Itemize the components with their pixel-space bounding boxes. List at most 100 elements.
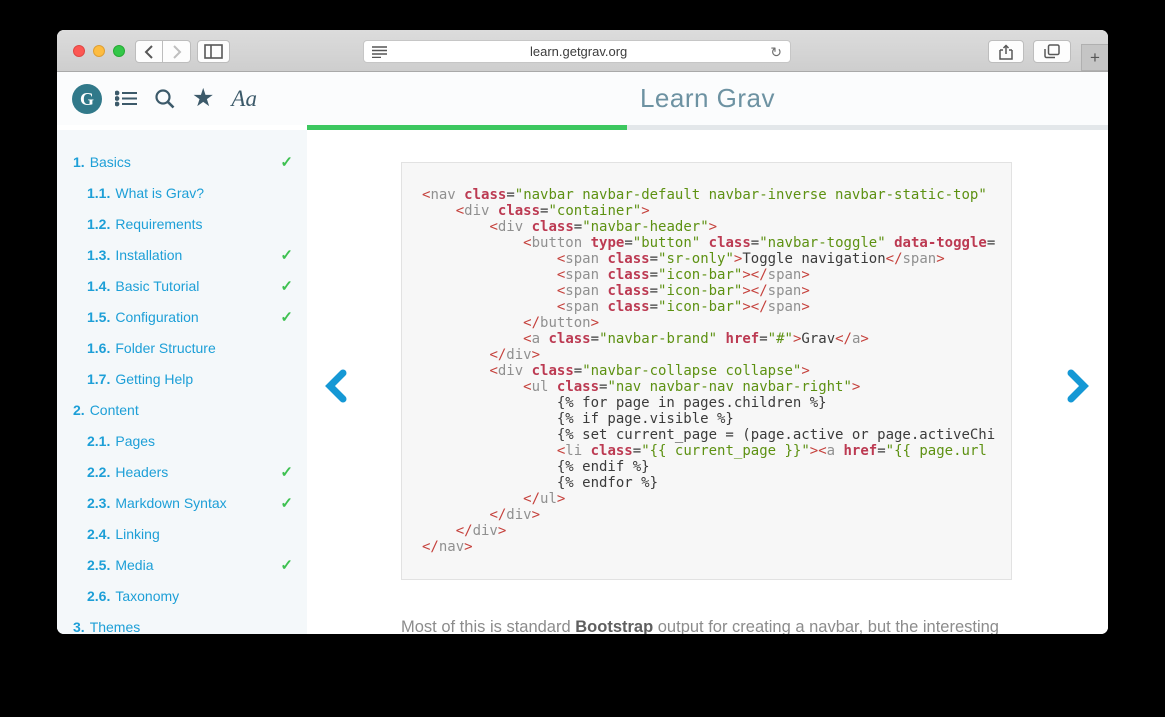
url-bar[interactable]: learn.getgrav.org ↻ bbox=[363, 40, 791, 63]
check-icon: ✓ bbox=[280, 494, 293, 512]
font-size-icon: Aa bbox=[231, 86, 257, 112]
sidebar-item[interactable]: 1.3.Installation✓ bbox=[57, 239, 307, 270]
code-line: {% if page.visible %} bbox=[422, 411, 991, 427]
code-line: <div class="navbar-header"> bbox=[422, 219, 991, 235]
sidebar-item-number: 1.2. bbox=[87, 216, 110, 232]
share-button[interactable] bbox=[988, 40, 1024, 63]
site-header-icons: ★ Aa bbox=[115, 72, 257, 125]
sidebar-item[interactable]: 1.1.What is Grav? bbox=[57, 177, 307, 208]
sidebar-item[interactable]: 1.4.Basic Tutorial✓ bbox=[57, 270, 307, 301]
bookmark-star-button[interactable]: ★ bbox=[192, 86, 214, 111]
code-line: </nav> bbox=[422, 539, 991, 555]
sidebar-item[interactable]: 1.Basics✓ bbox=[57, 146, 307, 177]
code-line: <span class="icon-bar"></span> bbox=[422, 299, 991, 315]
forward-button[interactable] bbox=[163, 40, 191, 63]
sidebar-item[interactable]: 2.5.Media✓ bbox=[57, 549, 307, 580]
code-line: </div> bbox=[422, 523, 991, 539]
sidebar-item-number: 2.3. bbox=[87, 495, 110, 511]
tab-overview-button[interactable] bbox=[1033, 40, 1071, 63]
previous-page-button[interactable] bbox=[321, 368, 349, 404]
code-line: <button type="button" class="navbar-togg… bbox=[422, 235, 991, 251]
table-of-contents-button[interactable] bbox=[115, 90, 137, 107]
sidebar-item-label: Linking bbox=[115, 526, 159, 542]
code-line: {% endfor %} bbox=[422, 475, 991, 491]
sidebar-item-label: Folder Structure bbox=[115, 340, 215, 356]
sidebar-item-number: 1.7. bbox=[87, 371, 110, 387]
new-tab-button[interactable]: + bbox=[1081, 44, 1108, 71]
sidebar-item[interactable]: 2.Content bbox=[57, 394, 307, 425]
code-line: <span class="sr-only">Toggle navigation<… bbox=[422, 251, 991, 267]
page-title: Learn Grav bbox=[307, 72, 1108, 125]
close-window-button[interactable] bbox=[73, 45, 85, 57]
body-paragraph: Most of this is standard Bootstrap outpu… bbox=[401, 615, 1021, 634]
code-line: </ul> bbox=[422, 491, 991, 507]
sidebar-item-label: Pages bbox=[115, 433, 155, 449]
sidebar-item[interactable]: 2.2.Headers✓ bbox=[57, 456, 307, 487]
sidebar-item-label: Basics bbox=[90, 154, 131, 170]
browser-titlebar: learn.getgrav.org ↻ + bbox=[57, 30, 1108, 72]
check-icon: ✓ bbox=[280, 246, 293, 264]
sidebar-item[interactable]: 1.5. Configuration ✓ bbox=[57, 301, 307, 332]
code-line: <li class="{{ current_page }}"><a href="… bbox=[422, 443, 991, 459]
code-line: {% set current_page = (page.active or pa… bbox=[422, 427, 991, 443]
check-icon: ✓ bbox=[280, 556, 293, 574]
sidebar-item-number: 2. bbox=[73, 402, 85, 418]
history-nav-buttons bbox=[135, 40, 191, 63]
code-line: <ul class="nav navbar-nav navbar-right"> bbox=[422, 379, 991, 395]
list-icon bbox=[115, 90, 137, 107]
sidebar-item[interactable]: 1.2.Requirements bbox=[57, 208, 307, 239]
back-button[interactable] bbox=[135, 40, 163, 63]
sidebar: 1.Basics✓1.1.What is Grav?1.2.Requiremen… bbox=[57, 130, 307, 634]
sidebar-item[interactable]: 2.6. Taxonomy bbox=[57, 580, 307, 611]
sidebar-item[interactable]: 3. Themes bbox=[57, 611, 307, 634]
sidebar-item-label: Taxonomy bbox=[115, 588, 179, 604]
sidebar-item-number: 3. bbox=[73, 619, 85, 635]
code-line: <span class="icon-bar"></span> bbox=[422, 267, 991, 283]
sidebar-item-label: Media bbox=[115, 557, 153, 573]
code-line: <span class="icon-bar"></span> bbox=[422, 283, 991, 299]
paragraph-text: output for creating a navbar, but the in… bbox=[653, 618, 999, 634]
sidebar-item-number: 2.4. bbox=[87, 526, 110, 542]
sidebar-item-number: 2.2. bbox=[87, 464, 110, 480]
traffic-lights bbox=[73, 45, 125, 57]
sidebar-item-label: Configuration bbox=[115, 309, 198, 325]
grav-logo[interactable]: G bbox=[72, 84, 102, 114]
code-line: </button> bbox=[422, 315, 991, 331]
next-page-button[interactable] bbox=[1064, 368, 1092, 404]
check-icon: ✓ bbox=[280, 463, 293, 481]
url-text[interactable]: learn.getgrav.org bbox=[387, 44, 770, 59]
code-line: <div class="container"> bbox=[422, 203, 991, 219]
font-settings-button[interactable]: Aa bbox=[231, 86, 257, 112]
search-button[interactable] bbox=[154, 88, 175, 109]
chevron-left-icon bbox=[324, 369, 347, 403]
code-line: {% endif %} bbox=[422, 459, 991, 475]
minimize-window-button[interactable] bbox=[93, 45, 105, 57]
sidebar-item-number: 2.1. bbox=[87, 433, 110, 449]
sidebar-item-number: 2.6. bbox=[87, 588, 110, 604]
sidebar-toggle-button[interactable] bbox=[197, 40, 230, 63]
check-icon: ✓ bbox=[280, 277, 293, 295]
sidebar-item-number: 1.6. bbox=[87, 340, 110, 356]
share-icon bbox=[999, 44, 1013, 60]
code-block: <nav class="navbar navbar-default navbar… bbox=[401, 162, 1012, 580]
sidebar-item-label: Themes bbox=[90, 619, 141, 635]
code-content: <nav class="navbar navbar-default navbar… bbox=[422, 187, 991, 555]
sidebar-item-number: 1.5. bbox=[87, 309, 110, 325]
sidebar-item[interactable]: 2.1. Pages bbox=[57, 425, 307, 456]
check-icon: ✓ bbox=[280, 308, 293, 326]
code-line: {% for page in pages.children %} bbox=[422, 395, 991, 411]
sidebar-item[interactable]: 2.3.Markdown Syntax✓ bbox=[57, 487, 307, 518]
code-line: <a class="navbar-brand" href="#">Grav</a… bbox=[422, 331, 991, 347]
zoom-window-button[interactable] bbox=[113, 45, 125, 57]
sidebar-item-number: 1.3. bbox=[87, 247, 110, 263]
sidebar-item[interactable]: 1.7.Getting Help bbox=[57, 363, 307, 394]
sidebar-item[interactable]: 1.6. Folder Structure bbox=[57, 332, 307, 363]
reload-button[interactable]: ↻ bbox=[770, 45, 782, 59]
reader-mode-icon[interactable] bbox=[372, 45, 387, 58]
bold-text: Bootstrap bbox=[575, 618, 653, 634]
sidebar-item-number: 1.1. bbox=[87, 185, 110, 201]
sidebar-item-number: 1.4. bbox=[87, 278, 110, 294]
page-body: 1.Basics✓1.1.What is Grav?1.2.Requiremen… bbox=[57, 130, 1108, 634]
code-line: </div> bbox=[422, 347, 991, 363]
sidebar-item[interactable]: 2.4. Linking bbox=[57, 518, 307, 549]
